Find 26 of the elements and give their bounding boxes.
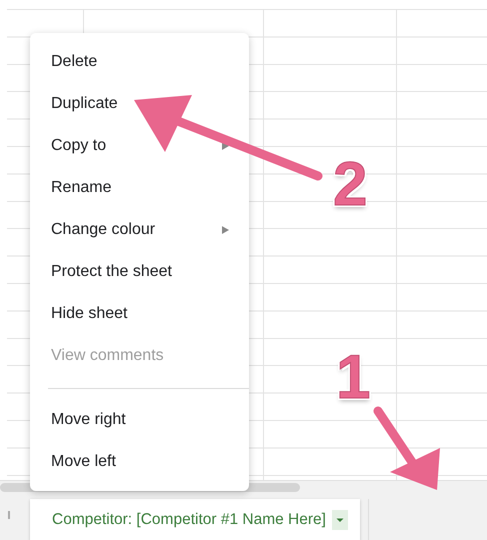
menu-item[interactable]: Protect the sheet [30, 251, 249, 293]
menu-item[interactable]: Copy to [30, 125, 249, 167]
menu-item-label: Duplicate [51, 95, 118, 113]
caret-icon[interactable] [332, 510, 348, 530]
menu-item[interactable]: Rename [30, 167, 249, 209]
menu-item-label: Move left [51, 453, 116, 471]
menu-item-label: Copy to [51, 137, 106, 155]
annotation-number: 1 [336, 347, 370, 409]
sheet-tab[interactable]: Competitor: [Competitor #1 Name Here] [30, 499, 360, 540]
annotation-number: 2 [333, 154, 368, 216]
menu-item[interactable]: Change colour [30, 209, 249, 251]
menu-item[interactable]: Hide sheet [30, 293, 249, 335]
menu-item[interactable]: Move left [30, 441, 249, 483]
menu-item-label: Move right [51, 411, 126, 429]
menu-item-label: View comments [51, 347, 164, 365]
submenu-arrow-icon [222, 142, 229, 150]
menu-item-label: Hide sheet [51, 305, 128, 323]
menu-item-label: Change colour [51, 221, 156, 239]
menu-item[interactable]: Duplicate [30, 83, 249, 125]
submenu-arrow-icon [222, 226, 229, 234]
menu-item[interactable]: Move right [30, 399, 249, 441]
menu-item-label: Protect the sheet [51, 263, 172, 281]
menu-item-label: Delete [51, 53, 98, 71]
sheet-tab-label: Competitor: [Competitor #1 Name Here] [52, 511, 326, 529]
menu-item-label: Rename [51, 179, 112, 197]
menu-item[interactable]: Delete [30, 41, 249, 83]
